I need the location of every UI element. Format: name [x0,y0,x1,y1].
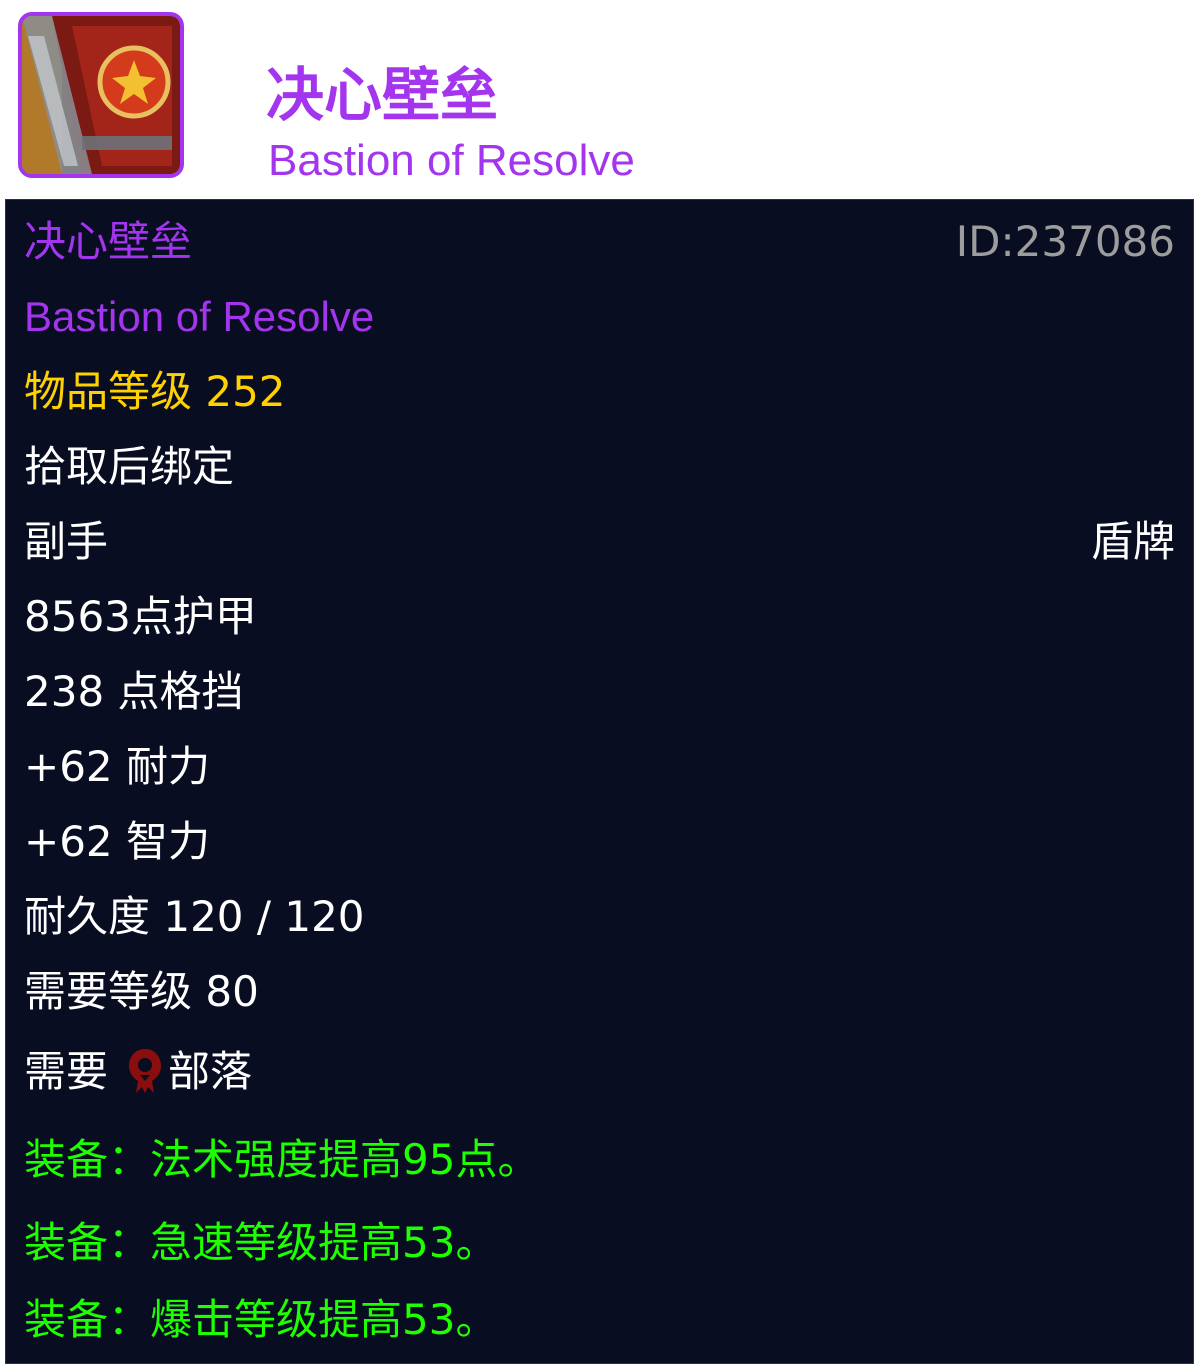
item-name-cn: 决心壁垒 [24,217,193,266]
equip-effect-spell-power: 装备：法术强度提高95点。 [24,1135,540,1184]
item-level: 物品等级 252 [24,367,286,416]
equip-effect-crit: 装备：爆击等级提高53。 [24,1295,498,1344]
header-item-name-cn: 决心壁垒 [266,61,499,129]
tooltip-row-faction: 需要 部落 [24,1042,1175,1102]
equip-effect-haste: 装备：急速等级提高53。 [24,1218,498,1267]
item-type: 盾牌 [1090,517,1175,566]
required-label: 需要 [24,1047,109,1096]
tooltip-row-slot: 副手 盾牌 [24,512,1175,572]
item-intellect: +62 智力 [24,817,210,866]
item-block: 238 点格挡 [24,667,244,716]
item-header: 决心壁垒 Bastion of Resolve [0,0,1200,200]
item-binding: 拾取后绑定 [24,442,235,491]
item-id: ID:237086 [955,217,1175,266]
item-armor: 8563点护甲 [24,592,257,641]
horde-icon [126,1047,164,1095]
item-tooltip: 决心壁垒 ID:237086 Bastion of Resolve 物品等级 2… [5,199,1194,1364]
shield-item-icon[interactable] [18,12,184,178]
item-name-en: Bastion of Resolve [24,293,375,340]
header-item-name-en: Bastion of Resolve [268,136,635,185]
tooltip-row-name-cn: 决心壁垒 ID:237086 [24,212,1175,272]
faction-name: 部落 [168,1047,253,1096]
item-required-level: 需要等级 80 [24,967,259,1016]
item-slot: 副手 [24,517,109,566]
item-durability: 耐久度 120 / 120 [24,892,365,941]
item-stamina: +62 耐力 [24,742,210,791]
